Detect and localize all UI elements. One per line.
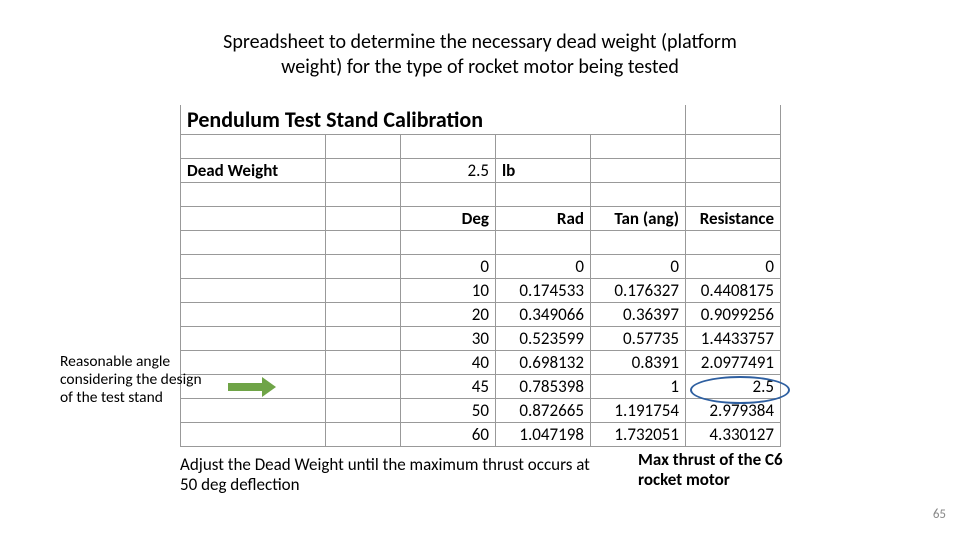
- cell-rad: 1.047198: [496, 423, 591, 447]
- cell-tan: 0.36397: [591, 303, 686, 327]
- cell-deg: 45: [401, 375, 496, 399]
- cell-rad: 0: [496, 255, 591, 279]
- cell-res: 4.330127: [686, 423, 781, 447]
- data-row: 40 0.698132 0.8391 2.0977491: [181, 351, 781, 375]
- data-row-highlight: 50 0.872665 1.191754 2.979384: [181, 399, 781, 423]
- cell-rad: 0.174533: [496, 279, 591, 303]
- cell-rad: 0.349066: [496, 303, 591, 327]
- data-row: 20 0.349066 0.36397 0.9099256: [181, 303, 781, 327]
- data-row: 10 0.174533 0.176327 0.4408175: [181, 279, 781, 303]
- bottom-right-annotation: Max thrust of the C6 rocket motor: [638, 450, 818, 491]
- title-line-2: weight) for the type of rocket motor bei…: [281, 55, 679, 79]
- page-number: 65: [933, 507, 946, 522]
- dead-weight-value: 2.5: [401, 159, 496, 183]
- cell-res: 0.9099256: [686, 303, 781, 327]
- col-header-deg: Deg: [401, 207, 496, 231]
- col-header-rad: Rad: [496, 207, 591, 231]
- cell-deg: 0: [401, 255, 496, 279]
- header-row: Deg Rad Tan (ang) Resistance: [181, 207, 781, 231]
- cell-res: 1.4433757: [686, 327, 781, 351]
- cell-rad: 0.698132: [496, 351, 591, 375]
- cell-deg: 30: [401, 327, 496, 351]
- arrow-right-icon: [228, 380, 276, 394]
- cell-tan: 1.732051: [591, 423, 686, 447]
- left-annotation: Reasonable angle considering the design …: [60, 353, 215, 406]
- cell-rad: 0.872665: [496, 399, 591, 423]
- data-row: 0 0 0 0: [181, 255, 781, 279]
- col-header-tan: Tan (ang): [591, 207, 686, 231]
- cell-deg: 50: [401, 399, 496, 423]
- table-row: [181, 231, 781, 255]
- cell-rad: 0.523599: [496, 327, 591, 351]
- cell-deg: 60: [401, 423, 496, 447]
- cell-deg: 20: [401, 303, 496, 327]
- cell-res: 0.4408175: [686, 279, 781, 303]
- cell-tan: 1.191754: [591, 399, 686, 423]
- cell-tan: 0.57735: [591, 327, 686, 351]
- cell-deg: 40: [401, 351, 496, 375]
- table-row: [181, 135, 781, 159]
- cell-tan: 0.8391: [591, 351, 686, 375]
- empty-cell: [686, 105, 781, 135]
- dead-weight-label: Dead Weight: [181, 159, 326, 183]
- slide: Spreadsheet to determine the necessary d…: [0, 0, 960, 540]
- table-title-row: Pendulum Test Stand Calibration: [181, 105, 781, 135]
- bottom-left-annotation: Adjust the Dead Weight until the maximum…: [180, 455, 610, 496]
- cell-res: 2.0977491: [686, 351, 781, 375]
- slide-title: Spreadsheet to determine the necessary d…: [0, 30, 960, 80]
- dead-weight-row: Dead Weight 2.5 lb: [181, 159, 781, 183]
- cell-res: 0: [686, 255, 781, 279]
- cell-tan: 1: [591, 375, 686, 399]
- sheet-title: Pendulum Test Stand Calibration: [181, 105, 686, 135]
- cell-rad: 0.785398: [496, 375, 591, 399]
- cell-tan: 0.176327: [591, 279, 686, 303]
- cell-tan: 0: [591, 255, 686, 279]
- highlight-oval-icon: [690, 376, 790, 404]
- dead-weight-unit: lb: [496, 159, 591, 183]
- title-line-1: Spreadsheet to determine the necessary d…: [223, 30, 737, 54]
- table-row: [181, 183, 781, 207]
- cell-deg: 10: [401, 279, 496, 303]
- data-row: 30 0.523599 0.57735 1.4433757: [181, 327, 781, 351]
- data-row: 60 1.047198 1.732051 4.330127: [181, 423, 781, 447]
- col-header-res: Resistance: [686, 207, 781, 231]
